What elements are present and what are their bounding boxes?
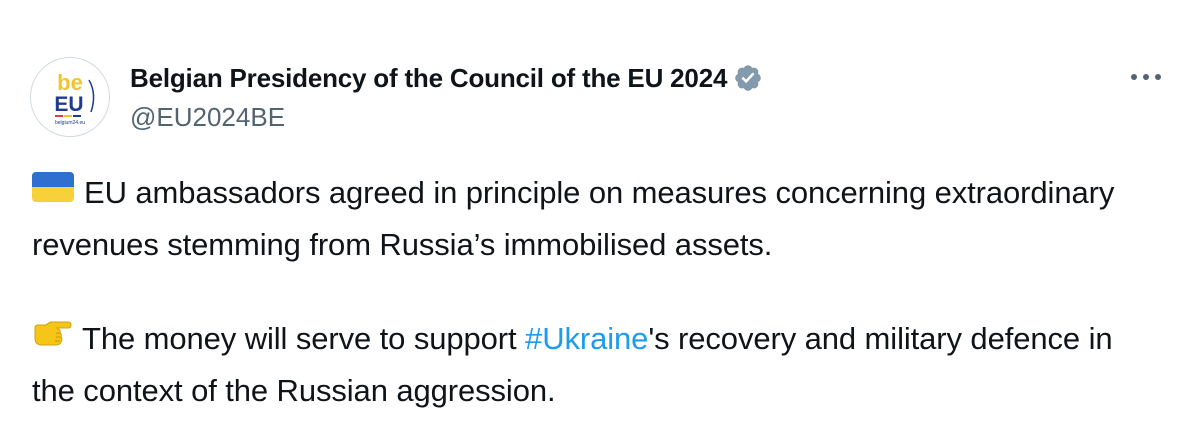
more-options-button[interactable]: [1126, 62, 1166, 92]
tweet-paragraph-2: The money will serve to support #Ukraine…: [32, 314, 1162, 416]
ukraine-flag-icon: [32, 167, 74, 217]
tweet-paragraph-1: EU ambassadors agreed in principle on me…: [32, 168, 1162, 270]
avatar[interactable]: be EU belgium24.eu: [30, 57, 110, 137]
avatar-line2: EU: [54, 93, 83, 116]
pointing-hand-icon: [32, 313, 72, 363]
hashtag-link[interactable]: #Ukraine: [525, 321, 648, 356]
paragraph-2-text-before: The money will serve to support: [82, 320, 526, 356]
paragraph-1-text: EU ambassadors agreed in principle on me…: [32, 175, 1115, 262]
tweet-card: be EU belgium24.eu Belgian Presidency of…: [0, 0, 1196, 440]
avatar-line1: be: [57, 70, 83, 95]
be-eu-logo-icon: be EU belgium24.eu: [31, 58, 109, 136]
author-name-row: Belgian Presidency of the Council of the…: [130, 60, 763, 96]
verified-badge-icon[interactable]: [733, 63, 763, 93]
more-dots-icon: [1131, 74, 1161, 80]
tweet-text: EU ambassadors agreed in principle on me…: [32, 168, 1162, 416]
avatar-footer: belgium24.eu: [55, 120, 85, 126]
account-handle[interactable]: @EU2024BE: [130, 102, 285, 133]
display-name[interactable]: Belgian Presidency of the Council of the…: [130, 63, 727, 94]
